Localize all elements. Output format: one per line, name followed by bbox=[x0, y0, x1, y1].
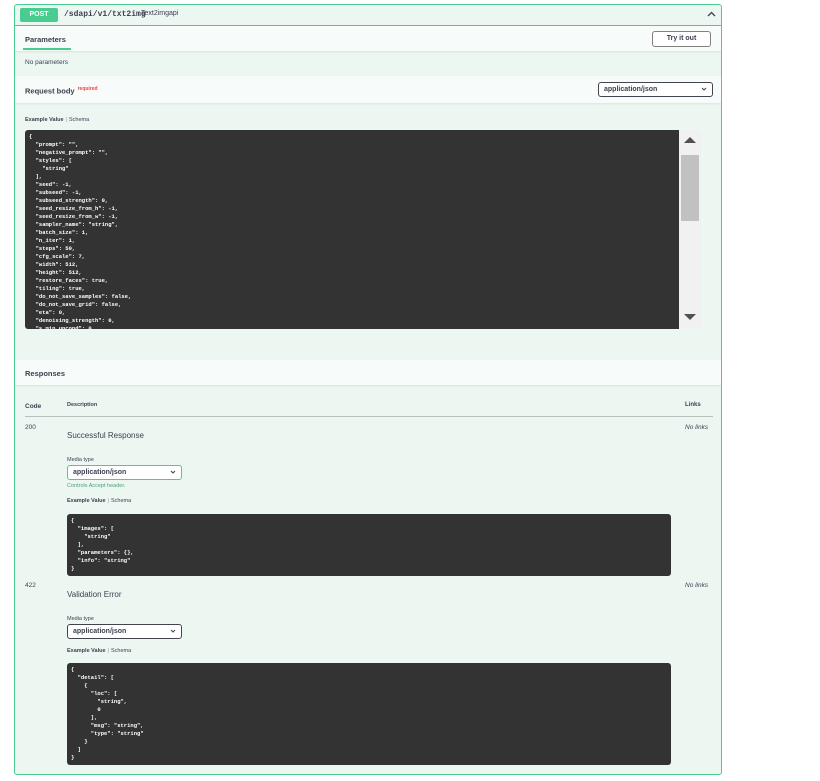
response-example-code: { "images": [ "string" ], "parameters": … bbox=[71, 517, 134, 572]
response-example-tabs: Example Value | Schema bbox=[67, 498, 132, 504]
response-example-code-box: { "images": [ "string" ], "parameters": … bbox=[67, 514, 671, 576]
request-example-code-box[interactable]: { "prompt": "", "negative_prompt": "", "… bbox=[25, 130, 701, 329]
response-media-type-select[interactable]: application/json bbox=[67, 465, 182, 480]
response-media-type-value: application/json bbox=[73, 469, 127, 476]
operation-summary[interactable]: POST /sdapi/v1/txt2img Text2imgapi bbox=[15, 5, 721, 26]
scroll-down-icon[interactable] bbox=[684, 312, 696, 322]
request-content-type-select[interactable]: application/json bbox=[598, 82, 713, 97]
response-example-code-box: { "detail": [ { "loc": [ "string", 0 ], … bbox=[67, 663, 671, 765]
operation-path: /sdapi/v1/txt2img bbox=[64, 10, 146, 19]
response-description: Validation Error bbox=[67, 590, 122, 599]
operation-block: POST /sdapi/v1/txt2img Text2imgapi Param… bbox=[14, 4, 722, 775]
response-links: No links bbox=[685, 582, 709, 589]
chevron-down-icon bbox=[701, 87, 707, 91]
chevron-down-icon bbox=[170, 629, 176, 633]
parameters-header: Parameters Try it out bbox=[15, 26, 721, 51]
media-type-label: Media type bbox=[67, 616, 94, 622]
tab-example-value[interactable]: Example Value bbox=[25, 117, 64, 123]
chevron-up-icon[interactable] bbox=[705, 8, 718, 21]
response-example-code: { "detail": [ { "loc": [ "string", 0 ], … bbox=[71, 666, 144, 761]
scroll-up-icon[interactable] bbox=[684, 135, 696, 145]
required-marker: required bbox=[77, 86, 98, 92]
response-code: 422 bbox=[25, 582, 36, 589]
responses-title: Responses bbox=[25, 369, 66, 378]
col-description-header: Description bbox=[67, 402, 98, 408]
request-example-tabs: Example Value | Schema bbox=[25, 117, 90, 123]
tab-schema[interactable]: Schema bbox=[111, 648, 131, 654]
col-links-header: Links bbox=[685, 402, 701, 408]
operation-description: Text2imgapi bbox=[141, 10, 179, 17]
controls-accept-note: Controls Accept header. bbox=[67, 483, 126, 489]
media-type-label: Media type bbox=[67, 457, 94, 463]
response-code: 200 bbox=[25, 424, 36, 431]
no-parameters-text: No parameters bbox=[25, 59, 68, 66]
tab-parameters[interactable]: Parameters bbox=[25, 35, 66, 44]
try-it-out-button[interactable]: Try it out bbox=[652, 31, 711, 47]
tab-active-indicator bbox=[23, 48, 71, 50]
response-media-type-value: application/json bbox=[73, 628, 127, 635]
col-code-header: Code bbox=[25, 403, 42, 410]
method-badge: POST bbox=[20, 8, 58, 22]
scrollbar-thumb[interactable] bbox=[681, 155, 699, 221]
request-body-title: Request body required bbox=[25, 86, 98, 96]
request-example-code: { "prompt": "", "negative_prompt": "", "… bbox=[29, 133, 132, 329]
tab-schema[interactable]: Schema bbox=[111, 498, 131, 504]
responses-header: Responses bbox=[15, 360, 721, 385]
code-scrollbar[interactable] bbox=[679, 130, 701, 329]
tab-example-value[interactable]: Example Value bbox=[67, 498, 106, 504]
tab-schema[interactable]: Schema bbox=[69, 117, 89, 123]
tab-example-value[interactable]: Example Value bbox=[67, 648, 106, 654]
response-example-tabs: Example Value | Schema bbox=[67, 648, 132, 654]
response-description: Successful Response bbox=[67, 431, 144, 440]
request-body-header: Request body required application/json bbox=[15, 76, 721, 103]
response-links: No links bbox=[685, 424, 709, 431]
chevron-down-icon bbox=[170, 470, 176, 474]
request-body-label: Request body bbox=[25, 86, 75, 96]
table-divider bbox=[25, 416, 713, 417]
request-content-type-value: application/json bbox=[604, 86, 658, 93]
response-media-type-select[interactable]: application/json bbox=[67, 624, 182, 639]
